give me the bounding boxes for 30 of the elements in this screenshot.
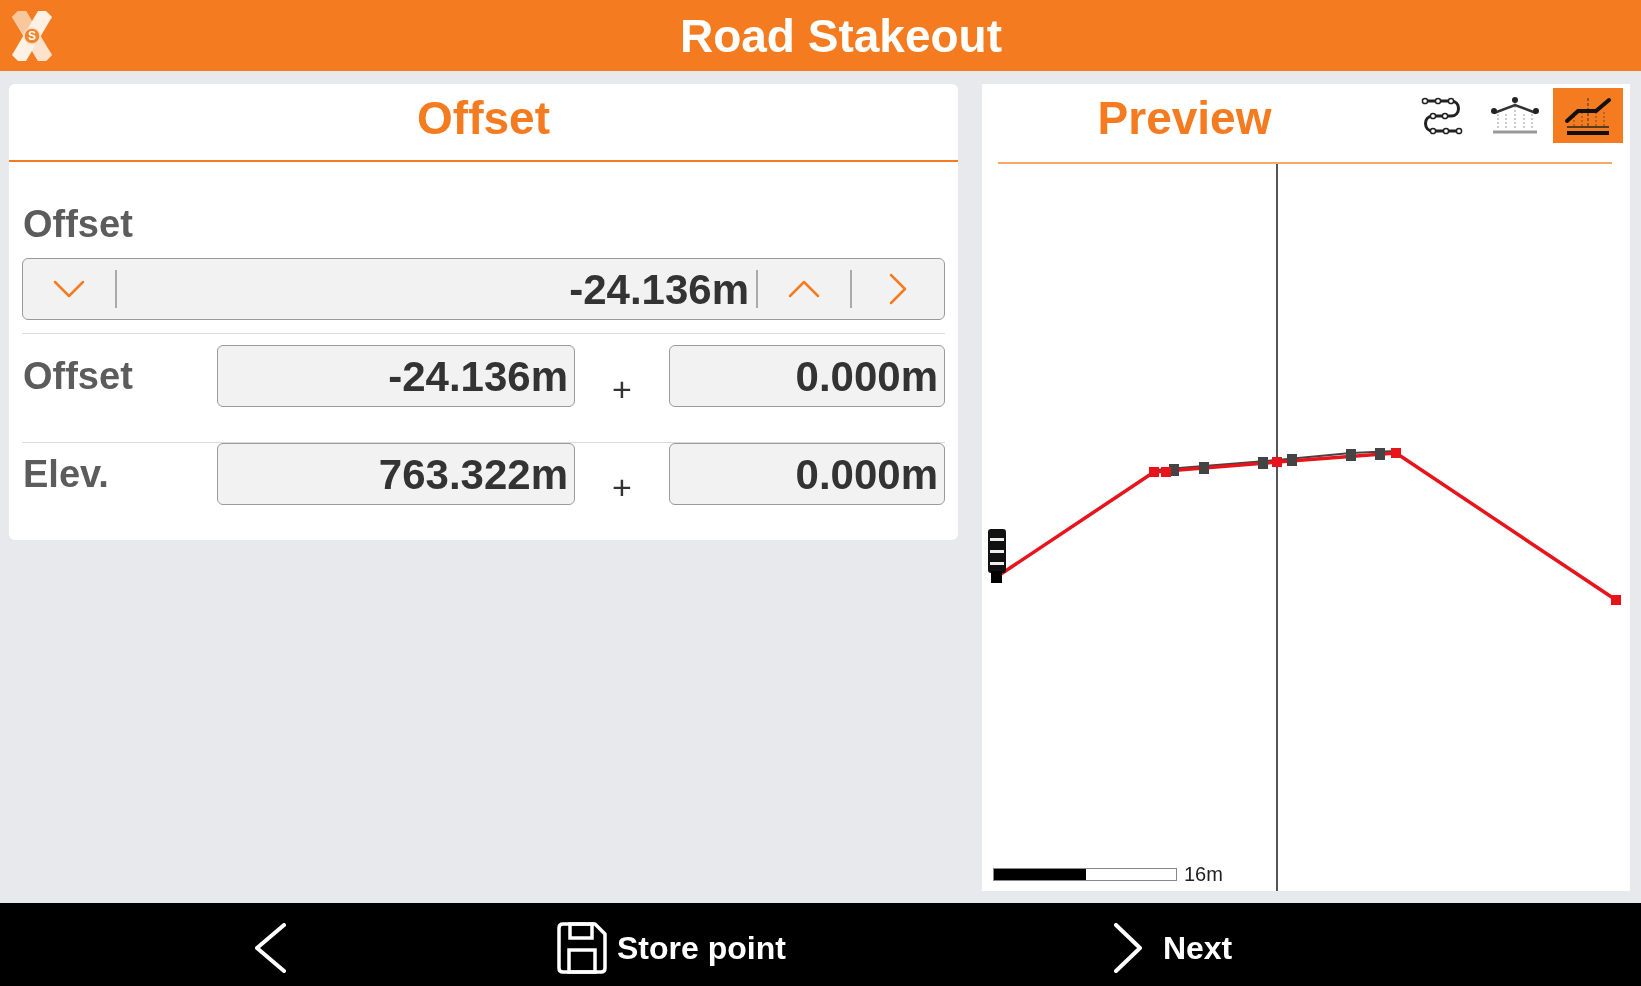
value-field[interactable]: -24.136m bbox=[217, 345, 575, 407]
field-label: Offset bbox=[23, 202, 134, 246]
chevron-up-icon bbox=[788, 280, 820, 298]
chevron-right-icon bbox=[1113, 922, 1142, 973]
x-logo-icon bbox=[10, 10, 54, 61]
profile-chart-icon bbox=[1564, 95, 1612, 136]
scale-label: 16m bbox=[1184, 863, 1223, 885]
screen-title: Road Stakeout bbox=[678, 8, 1003, 64]
winding-route-icon bbox=[1419, 95, 1465, 136]
card-title: Offset bbox=[417, 92, 550, 144]
scale-bar-icon bbox=[993, 867, 1177, 881]
row-label: Offset bbox=[22, 354, 134, 399]
store-point-button[interactable]: Store point bbox=[557, 917, 786, 978]
plus-sign: + bbox=[612, 467, 632, 508]
card-title: Preview bbox=[1096, 91, 1273, 146]
view-toggle[interactable] bbox=[1553, 88, 1623, 143]
value-field[interactable]: 0.000m bbox=[669, 345, 945, 407]
chevron-right-icon bbox=[889, 273, 907, 305]
survey-pole-icon bbox=[988, 529, 1006, 583]
save-icon bbox=[557, 921, 607, 974]
selector-value: -24.136m bbox=[568, 264, 750, 315]
next-button[interactable]: Next bbox=[1113, 917, 1233, 978]
chevron-left-icon bbox=[254, 922, 286, 973]
value-field[interactable]: 763.322m bbox=[217, 443, 575, 505]
row-label: Elev. bbox=[22, 452, 110, 497]
value-field[interactable]: 0.000m bbox=[669, 443, 945, 505]
logo-letter: S bbox=[27, 27, 37, 44]
cross-section-icon bbox=[1490, 95, 1540, 136]
plus-sign: + bbox=[612, 369, 632, 410]
chevron-down-icon bbox=[53, 280, 85, 298]
